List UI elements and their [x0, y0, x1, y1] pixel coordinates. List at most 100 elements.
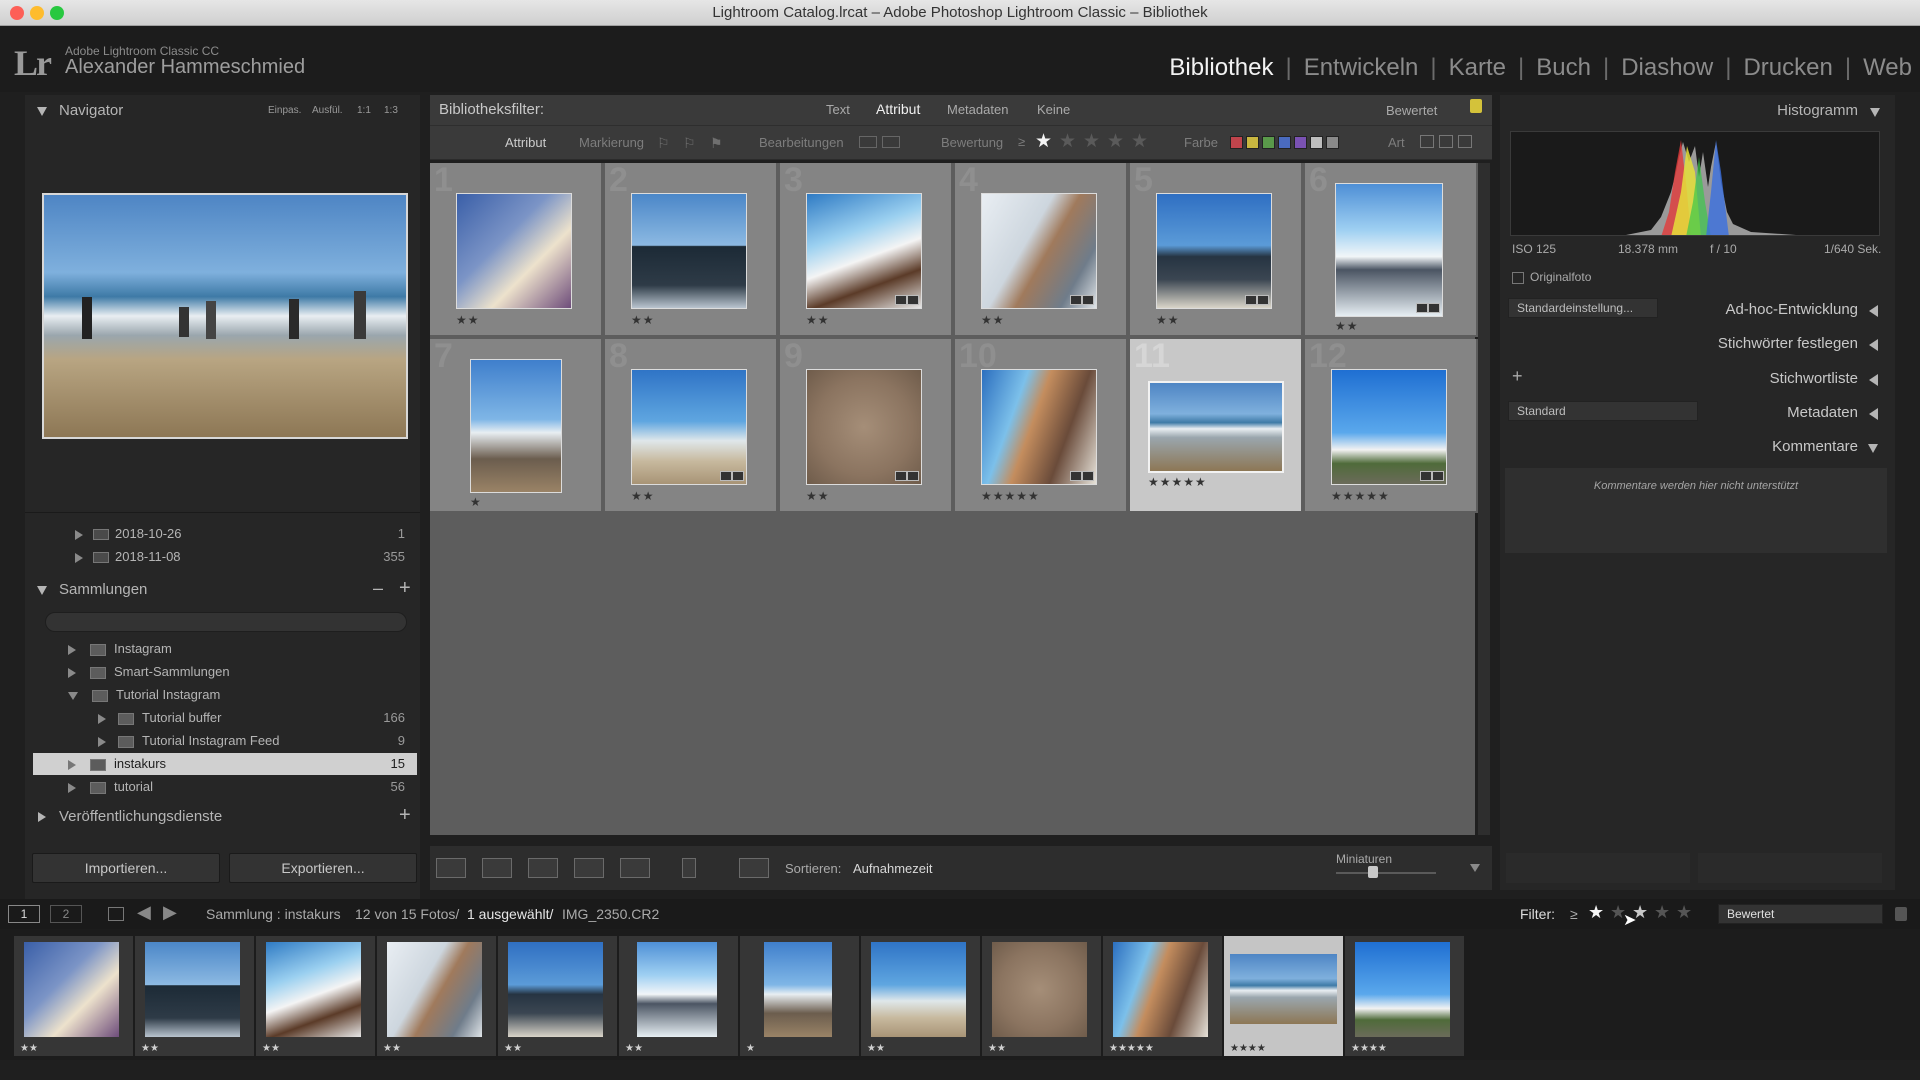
grid-icon[interactable]: [108, 907, 124, 921]
source-path[interactable]: Sammlung : instakurs: [206, 906, 341, 922]
zoom-fit[interactable]: Einpas.: [268, 105, 301, 116]
collections-header[interactable]: Sammlungen – +: [35, 575, 420, 605]
zoom-1-1[interactable]: 1:1: [357, 105, 371, 116]
expand-triangle-icon[interactable]: [75, 529, 83, 540]
collection-row[interactable]: Smart-Sammlungen: [68, 661, 405, 683]
add-collection-button[interactable]: +: [399, 577, 411, 600]
module-karte[interactable]: Karte: [1449, 54, 1506, 82]
toolbar-menu-icon[interactable]: [1470, 864, 1480, 872]
filter-preset-dropdown[interactable]: Bewertet: [1718, 904, 1883, 924]
expand-triangle-icon[interactable]: [68, 667, 76, 678]
grid-cell[interactable]: 8 ★★: [605, 337, 778, 513]
zoom-1-3[interactable]: 1:3: [384, 105, 398, 116]
sort-dropdown[interactable]: Aufnahmezeit: [853, 861, 933, 876]
color-none-swatch[interactable]: [1326, 136, 1339, 150]
kind-virtual-icon[interactable]: [1439, 135, 1453, 148]
filmstrip-item[interactable]: ★★: [619, 936, 738, 1056]
filter-lock-icon[interactable]: [1895, 907, 1907, 921]
rating-star-1[interactable]: ★: [1035, 130, 1052, 153]
photo-thumbnail[interactable]: [806, 193, 922, 309]
lock-icon[interactable]: [1470, 99, 1482, 113]
grid-cell[interactable]: 7 ★: [430, 337, 603, 513]
grid-view-icon[interactable]: [436, 858, 466, 878]
rating-star-3[interactable]: ★: [1083, 130, 1100, 153]
photo-thumbnail[interactable]: [631, 193, 747, 309]
secondary-window-button[interactable]: 2: [50, 905, 82, 923]
photo-thumbnail[interactable]: [1331, 369, 1447, 485]
navigator-header[interactable]: Navigator Einpas. Ausfül. 1:1 1:3: [35, 96, 420, 126]
filmstrip-thumbnail[interactable]: [1113, 942, 1208, 1037]
filmstrip-item[interactable]: ★★: [256, 936, 375, 1056]
painter-icon[interactable]: [682, 858, 696, 878]
filmstrip-item[interactable]: ★: [740, 936, 859, 1056]
remove-collection-button[interactable]: –: [373, 578, 383, 599]
back-arrow-icon[interactable]: ◀: [137, 902, 151, 923]
filmstrip-thumbnail[interactable]: [1230, 954, 1337, 1024]
sync-settings-button[interactable]: [1698, 853, 1882, 883]
filter-star-5[interactable]: ★: [1676, 902, 1692, 923]
metadata-preset-dropdown[interactable]: Standard: [1508, 401, 1698, 421]
expand-triangle-icon[interactable]: [75, 552, 83, 563]
module-bibliothek[interactable]: Bibliothek: [1169, 54, 1273, 82]
collection-row[interactable]: Tutorial buffer 166: [98, 707, 405, 729]
filter-tab-attribut[interactable]: Attribut: [876, 101, 920, 117]
collection-search-input[interactable]: [45, 612, 407, 632]
photo-thumbnail[interactable]: [470, 359, 562, 493]
import-button[interactable]: Importieren...: [32, 853, 220, 883]
photo-thumbnail[interactable]: [1335, 183, 1443, 317]
grid-cell[interactable]: 3 ★★: [780, 161, 953, 337]
filmstrip-thumbnail[interactable]: [508, 942, 603, 1037]
folder-row[interactable]: 2018-11-08 355: [75, 546, 405, 568]
file-name[interactable]: IMG_2350.CR2: [562, 906, 659, 922]
collection-row[interactable]: Tutorial Instagram Feed 9: [98, 730, 405, 752]
publish-services-header[interactable]: Veröffentlichungsdienste +: [35, 802, 420, 832]
rejected-icon[interactable]: ⚑: [710, 135, 723, 152]
rating-star-5[interactable]: ★: [1131, 130, 1148, 153]
filter-star-4[interactable]: ★: [1654, 902, 1670, 923]
histogram-header[interactable]: Histogramm: [1508, 96, 1888, 126]
photo-thumbnail[interactable]: [631, 369, 747, 485]
photo-thumbnail[interactable]: [981, 193, 1097, 309]
module-drucken[interactable]: Drucken: [1743, 54, 1832, 82]
filmstrip-thumbnail[interactable]: [387, 942, 482, 1037]
filmstrip-thumbnail[interactable]: [637, 942, 717, 1037]
expand-triangle-icon[interactable]: [1869, 339, 1878, 351]
photo-thumbnail[interactable]: [806, 369, 922, 485]
color-blue-swatch[interactable]: [1278, 136, 1291, 150]
loupe-view-icon[interactable]: [482, 858, 512, 878]
collapse-triangle-icon[interactable]: [1870, 108, 1880, 117]
collapse-triangle-icon[interactable]: [37, 586, 47, 595]
collapse-triangle-icon[interactable]: [1868, 444, 1878, 453]
forward-arrow-icon[interactable]: ▶: [163, 902, 177, 923]
preset-dropdown[interactable]: Standardeinstellung...: [1508, 298, 1658, 318]
expand-triangle-icon[interactable]: [68, 759, 76, 770]
grid-cell[interactable]: 6 ★★: [1305, 161, 1478, 337]
photo-thumbnail[interactable]: [981, 369, 1097, 485]
thumbnail-size-slider[interactable]: [1336, 872, 1436, 874]
filter-tab-metadaten[interactable]: Metadaten: [947, 102, 1008, 117]
unedited-icon[interactable]: [859, 136, 877, 148]
quick-develop-header[interactable]: Standardeinstellung... Ad-hoc-Entwicklun…: [1508, 295, 1888, 325]
module-buch[interactable]: Buch: [1536, 54, 1591, 82]
photo-thumbnail[interactable]: [1156, 193, 1272, 309]
module-diashow[interactable]: Diashow: [1621, 54, 1713, 82]
original-photo-toggle[interactable]: Originalfoto: [1512, 270, 1812, 286]
sync-metadata-button[interactable]: [1506, 853, 1690, 883]
collection-row[interactable]: tutorial 56: [68, 776, 405, 798]
module-entwickeln[interactable]: Entwickeln: [1304, 54, 1419, 82]
thumbnail-size-slider-handle[interactable]: [1368, 866, 1378, 878]
photo-thumbnail[interactable]: [1148, 381, 1284, 473]
export-button[interactable]: Exportieren...: [229, 853, 417, 883]
original-photo-checkbox[interactable]: [1512, 271, 1524, 284]
filmstrip-item[interactable]: ★★★★: [1345, 936, 1464, 1056]
color-green-swatch[interactable]: [1262, 136, 1275, 150]
histogram-graph[interactable]: [1510, 131, 1880, 236]
collection-row-selected[interactable]: instakurs 15: [68, 753, 405, 775]
zoom-fill[interactable]: Ausfül.: [312, 105, 343, 116]
filmstrip-thumbnail[interactable]: [1355, 942, 1450, 1037]
metadata-header[interactable]: Standard Metadaten: [1508, 398, 1888, 428]
expand-triangle-icon[interactable]: [98, 713, 106, 724]
kind-master-icon[interactable]: [1420, 135, 1434, 148]
keyword-list-header[interactable]: + Stichwortliste: [1508, 364, 1888, 394]
filmstrip-thumbnail[interactable]: [145, 942, 240, 1037]
